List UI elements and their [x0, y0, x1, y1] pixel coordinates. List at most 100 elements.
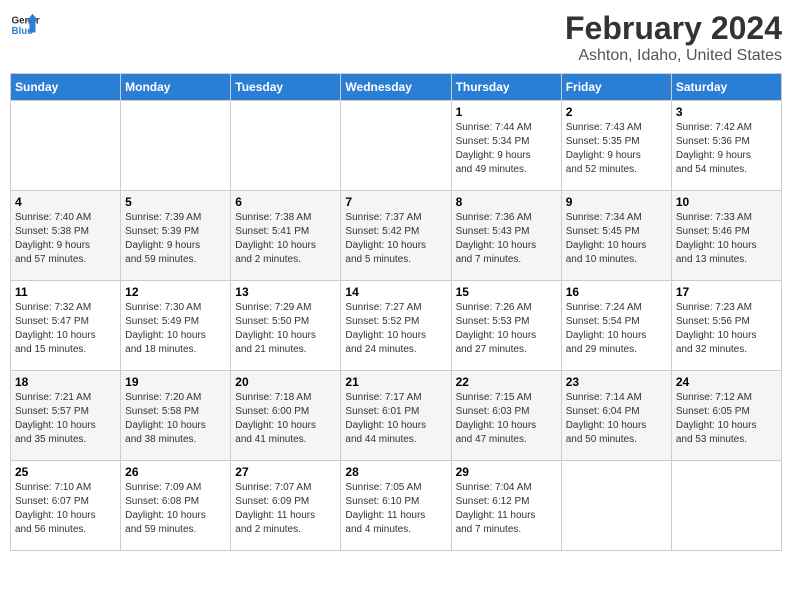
calendar-day-cell: 25Sunrise: 7:10 AMSunset: 6:07 PMDayligh… [11, 461, 121, 551]
calendar-day-cell: 6 Sunrise: 7:38 AMSunset: 5:41 PMDaylight… [231, 191, 341, 281]
calendar-day-cell: 7 Sunrise: 7:37 AMSunset: 5:42 PMDaylight… [341, 191, 451, 281]
page-header: General Blue February 2024 Ashton, Idaho… [10, 10, 782, 65]
day-number: 21 [345, 375, 446, 389]
day-number: 17 [676, 285, 777, 299]
calendar-day-cell: 27 Sunrise: 7:07 AMSunset: 6:09 PMDayligh… [231, 461, 341, 551]
day-detail: Sunrise: 7:21 AMSunset: 5:57 PMDaylight:… [15, 391, 116, 447]
day-of-week-header: Monday [121, 74, 231, 101]
day-detail: Sunrise: 7:04 AMSunset: 6:12 PMDaylight:… [456, 481, 557, 537]
day-detail: Sunrise: 7:36 AMSunset: 5:43 PMDaylight:… [456, 211, 557, 267]
calendar-day-cell: 29 Sunrise: 7:04 AMSunset: 6:12 PMDayligh… [451, 461, 561, 551]
calendar-week-row: 4Sunrise: 7:40 AMSunset: 5:38 PMDaylight… [11, 191, 782, 281]
logo: General Blue [10, 10, 40, 40]
day-number: 8 [456, 195, 557, 209]
day-detail: Sunrise: 7:17 AMSunset: 6:01 PMDaylight:… [345, 391, 446, 447]
day-of-week-header: Saturday [671, 74, 781, 101]
day-detail: Sunrise: 7:44 AMSunset: 5:34 PMDaylight:… [456, 121, 557, 177]
calendar-title: February 2024 [565, 10, 782, 47]
logo-icon: General Blue [10, 10, 40, 40]
day-detail: Sunrise: 7:38 AMSunset: 5:41 PMDaylight:… [235, 211, 336, 267]
day-number: 12 [125, 285, 226, 299]
calendar-day-cell: 3 Sunrise: 7:42 AMSunset: 5:36 PMDaylight… [671, 101, 781, 191]
calendar-day-cell: 23Sunrise: 7:14 AMSunset: 6:04 PMDayligh… [561, 371, 671, 461]
calendar-day-cell: 26 Sunrise: 7:09 AMSunset: 6:08 PMDayligh… [121, 461, 231, 551]
day-number: 3 [676, 105, 777, 119]
calendar-day-cell [341, 101, 451, 191]
calendar-day-cell: 16 Sunrise: 7:24 AMSunset: 5:54 PMDayligh… [561, 281, 671, 371]
day-detail: Sunrise: 7:23 AMSunset: 5:56 PMDaylight:… [676, 301, 777, 357]
calendar-day-cell: 1Sunrise: 7:44 AMSunset: 5:34 PMDaylight… [451, 101, 561, 191]
day-detail: Sunrise: 7:32 AMSunset: 5:47 PMDaylight:… [15, 301, 116, 357]
calendar-subtitle: Ashton, Idaho, United States [565, 47, 782, 65]
day-detail: Sunrise: 7:29 AMSunset: 5:50 PMDaylight:… [235, 301, 336, 357]
day-detail: Sunrise: 7:34 AMSunset: 5:45 PMDaylight:… [566, 211, 667, 267]
calendar-day-cell: 12 Sunrise: 7:30 AMSunset: 5:49 PMDayligh… [121, 281, 231, 371]
day-number: 22 [456, 375, 557, 389]
day-number: 26 [125, 465, 226, 479]
calendar-day-cell: 14Sunrise: 7:27 AMSunset: 5:52 PMDayligh… [341, 281, 451, 371]
day-number: 7 [345, 195, 446, 209]
day-detail: Sunrise: 7:10 AMSunset: 6:07 PMDaylight:… [15, 481, 116, 537]
day-number: 23 [566, 375, 667, 389]
calendar-day-cell: 28 Sunrise: 7:05 AMSunset: 6:10 PMDayligh… [341, 461, 451, 551]
title-block: February 2024 Ashton, Idaho, United Stat… [565, 10, 782, 65]
calendar-day-cell: 11 Sunrise: 7:32 AMSunset: 5:47 PMDayligh… [11, 281, 121, 371]
day-number: 15 [456, 285, 557, 299]
day-of-week-header: Tuesday [231, 74, 341, 101]
day-of-week-header: Friday [561, 74, 671, 101]
day-detail: Sunrise: 7:24 AMSunset: 5:54 PMDaylight:… [566, 301, 667, 357]
day-number: 20 [235, 375, 336, 389]
calendar-day-cell: 2 Sunrise: 7:43 AMSunset: 5:35 PMDaylight… [561, 101, 671, 191]
day-of-week-header: Wednesday [341, 74, 451, 101]
calendar-day-cell: 19 Sunrise: 7:20 AMSunset: 5:58 PMDayligh… [121, 371, 231, 461]
day-number: 5 [125, 195, 226, 209]
day-number: 2 [566, 105, 667, 119]
day-detail: Sunrise: 7:30 AMSunset: 5:49 PMDaylight:… [125, 301, 226, 357]
day-detail: Sunrise: 7:20 AMSunset: 5:58 PMDaylight:… [125, 391, 226, 447]
day-detail: Sunrise: 7:18 AMSunset: 6:00 PMDaylight:… [235, 391, 336, 447]
calendar-day-cell: 20 Sunrise: 7:18 AMSunset: 6:00 PMDayligh… [231, 371, 341, 461]
day-number: 10 [676, 195, 777, 209]
day-detail: Sunrise: 7:26 AMSunset: 5:53 PMDaylight:… [456, 301, 557, 357]
day-number: 13 [235, 285, 336, 299]
day-detail: Sunrise: 7:43 AMSunset: 5:35 PMDaylight:… [566, 121, 667, 177]
day-of-week-header: Sunday [11, 74, 121, 101]
calendar-week-row: 25Sunrise: 7:10 AMSunset: 6:07 PMDayligh… [11, 461, 782, 551]
calendar-day-cell: 24Sunrise: 7:12 AMSunset: 6:05 PMDayligh… [671, 371, 781, 461]
day-detail: Sunrise: 7:05 AMSunset: 6:10 PMDaylight:… [345, 481, 446, 537]
day-detail: Sunrise: 7:07 AMSunset: 6:09 PMDaylight:… [235, 481, 336, 537]
calendar-day-cell: 15 Sunrise: 7:26 AMSunset: 5:53 PMDayligh… [451, 281, 561, 371]
day-detail: Sunrise: 7:33 AMSunset: 5:46 PMDaylight:… [676, 211, 777, 267]
calendar-day-cell: 18 Sunrise: 7:21 AMSunset: 5:57 PMDayligh… [11, 371, 121, 461]
calendar-day-cell [671, 461, 781, 551]
day-detail: Sunrise: 7:40 AMSunset: 5:38 PMDaylight:… [15, 211, 116, 267]
calendar-day-cell: 8 Sunrise: 7:36 AMSunset: 5:43 PMDaylight… [451, 191, 561, 281]
day-number: 19 [125, 375, 226, 389]
day-number: 6 [235, 195, 336, 209]
day-number: 11 [15, 285, 116, 299]
calendar-week-row: 18 Sunrise: 7:21 AMSunset: 5:57 PMDayligh… [11, 371, 782, 461]
day-number: 27 [235, 465, 336, 479]
calendar-week-row: 11 Sunrise: 7:32 AMSunset: 5:47 PMDayligh… [11, 281, 782, 371]
calendar-day-cell: 10 Sunrise: 7:33 AMSunset: 5:46 PMDayligh… [671, 191, 781, 281]
day-detail: Sunrise: 7:37 AMSunset: 5:42 PMDaylight:… [345, 211, 446, 267]
day-detail: Sunrise: 7:09 AMSunset: 6:08 PMDaylight:… [125, 481, 226, 537]
day-detail: Sunrise: 7:39 AMSunset: 5:39 PMDaylight:… [125, 211, 226, 267]
day-number: 18 [15, 375, 116, 389]
calendar-day-cell: 5 Sunrise: 7:39 AMSunset: 5:39 PMDaylight… [121, 191, 231, 281]
calendar-day-cell [11, 101, 121, 191]
calendar-day-cell: 9 Sunrise: 7:34 AMSunset: 5:45 PMDaylight… [561, 191, 671, 281]
day-number: 28 [345, 465, 446, 479]
calendar-day-cell: 4Sunrise: 7:40 AMSunset: 5:38 PMDaylight… [11, 191, 121, 281]
day-detail: Sunrise: 7:15 AMSunset: 6:03 PMDaylight:… [456, 391, 557, 447]
day-number: 16 [566, 285, 667, 299]
calendar-week-row: 1Sunrise: 7:44 AMSunset: 5:34 PMDaylight… [11, 101, 782, 191]
calendar-day-cell [231, 101, 341, 191]
day-detail: Sunrise: 7:42 AMSunset: 5:36 PMDaylight:… [676, 121, 777, 177]
calendar-day-cell: 17 Sunrise: 7:23 AMSunset: 5:56 PMDayligh… [671, 281, 781, 371]
day-number: 24 [676, 375, 777, 389]
day-number: 29 [456, 465, 557, 479]
day-number: 9 [566, 195, 667, 209]
calendar-header-row: SundayMondayTuesdayWednesdayThursdayFrid… [11, 74, 782, 101]
calendar-day-cell: 21 Sunrise: 7:17 AMSunset: 6:01 PMDayligh… [341, 371, 451, 461]
